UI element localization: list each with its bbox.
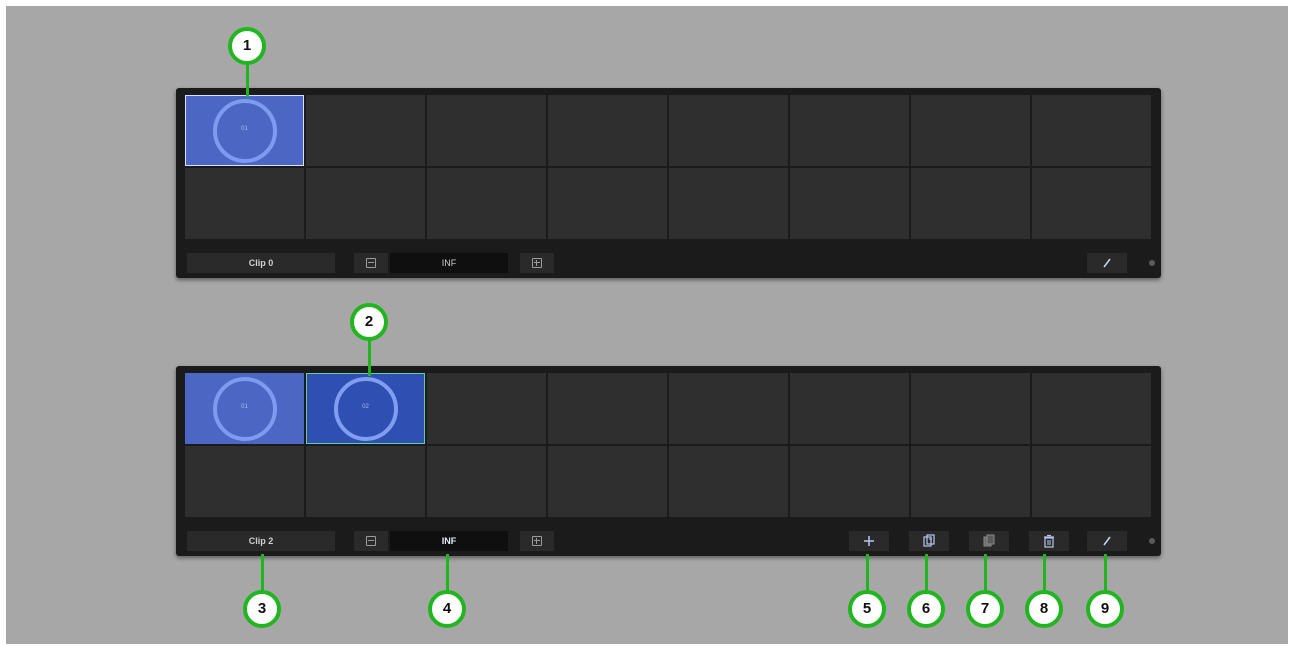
callout-3: 3 [243,590,281,628]
decrease-button[interactable] [354,253,388,273]
callout-6: 6 [907,590,945,628]
callout-leader [984,554,987,592]
pencil-icon [1103,536,1111,546]
minus-box-icon [366,258,376,268]
status-dot [1149,538,1155,544]
empty-cell[interactable] [911,168,1030,239]
callout-8: 8 [1025,590,1063,628]
copy-clip-button[interactable] [969,531,1009,551]
callout-leader [1043,554,1046,592]
empty-cell[interactable] [911,95,1030,166]
clip-launcher-panel-2: 01 02 Clip 2 INF [176,366,1161,556]
empty-cell[interactable] [306,95,425,166]
empty-cell[interactable] [185,446,304,517]
panel-toolbar: Clip 0 INF [185,253,1155,273]
empty-cell[interactable] [306,446,425,517]
clip-grid: 01 02 [185,373,1151,517]
empty-cell[interactable] [669,95,788,166]
empty-cell[interactable] [1032,168,1151,239]
clip-number: 02 [362,403,369,410]
callout-5: 5 [848,590,886,628]
pencil-icon [1103,258,1111,268]
plus-box-icon [532,258,542,268]
callout-7: 7 [966,590,1004,628]
callout-leader [1104,554,1107,592]
empty-cell[interactable] [669,373,788,444]
duplicate-icon [923,534,935,547]
empty-cell[interactable] [790,168,909,239]
status-dot [1149,260,1155,266]
edit-button[interactable] [1087,531,1127,551]
decrease-button[interactable] [354,531,388,551]
clip-number: 01 [241,125,248,132]
loop-count-field[interactable]: INF [390,253,508,273]
plus-box-icon [532,536,542,546]
empty-cell[interactable] [306,168,425,239]
empty-cell[interactable] [427,95,546,166]
clip-grid: 01 [185,95,1151,239]
clip-cell-02[interactable]: 02 [306,373,425,444]
increase-button[interactable] [520,531,554,551]
clip-name-field[interactable]: Clip 0 [187,253,335,273]
plus-icon [864,536,874,546]
empty-cell[interactable] [427,373,546,444]
callout-1: 1 [228,27,266,65]
clip-name-field[interactable]: Clip 2 [187,531,335,551]
empty-cell[interactable] [790,373,909,444]
callout-9: 9 [1086,590,1124,628]
empty-cell[interactable] [427,168,546,239]
callout-leader [925,554,928,592]
clip-launcher-panel-1: 01 Clip 0 INF [176,88,1161,278]
delete-clip-button[interactable] [1029,531,1069,551]
empty-cell[interactable] [427,446,546,517]
callout-2: 2 [350,303,388,341]
empty-cell[interactable] [669,168,788,239]
increase-button[interactable] [520,253,554,273]
copy-icon [983,534,995,547]
callout-leader [866,554,869,592]
empty-cell[interactable] [1032,446,1151,517]
empty-cell[interactable] [1032,95,1151,166]
callout-leader [261,554,264,592]
add-clip-button[interactable] [849,531,889,551]
empty-cell[interactable] [1032,373,1151,444]
loop-count-field[interactable]: INF [390,531,508,551]
empty-cell[interactable] [790,95,909,166]
trash-icon [1044,534,1054,548]
callout-leader [368,340,371,376]
empty-cell[interactable] [911,373,1030,444]
clip-cell-01[interactable]: 01 [185,373,304,444]
empty-cell[interactable] [548,168,667,239]
callout-4: 4 [428,590,466,628]
edit-button[interactable] [1087,253,1127,273]
empty-cell[interactable] [548,95,667,166]
callout-leader [246,63,249,97]
empty-cell[interactable] [548,446,667,517]
callout-leader [446,554,449,592]
empty-cell[interactable] [185,168,304,239]
panel-toolbar: Clip 2 INF [185,531,1155,551]
clip-number: 01 [241,403,248,410]
empty-cell[interactable] [548,373,667,444]
duplicate-clip-button[interactable] [909,531,949,551]
clip-cell-01[interactable]: 01 [185,95,304,166]
empty-cell[interactable] [911,446,1030,517]
empty-cell[interactable] [669,446,788,517]
minus-box-icon [366,536,376,546]
empty-cell[interactable] [790,446,909,517]
